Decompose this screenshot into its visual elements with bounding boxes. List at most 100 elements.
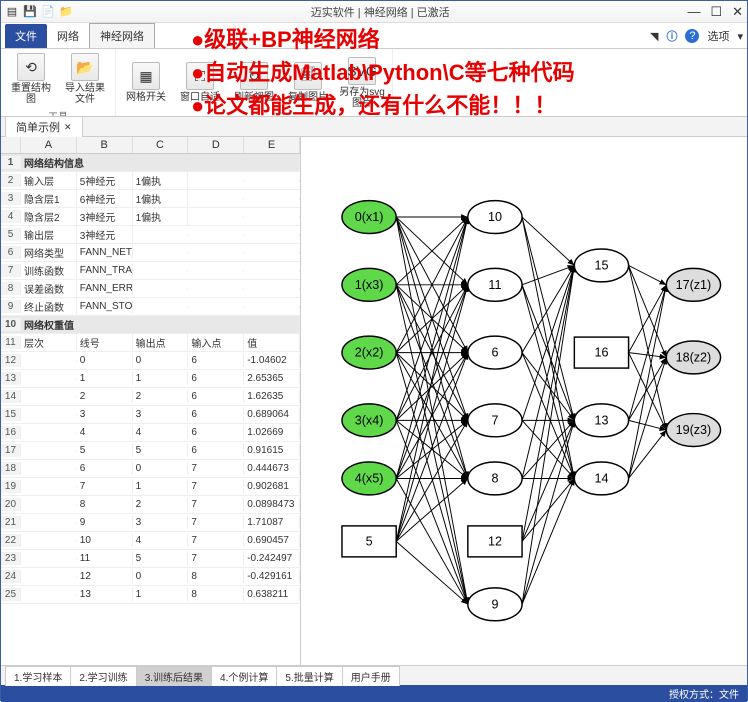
cell[interactable]: 2: [77, 390, 133, 403]
cell[interactable]: [188, 252, 244, 254]
cell[interactable]: 1.71087: [244, 516, 300, 529]
bottom-tab-2[interactable]: 3.训练后结果: [136, 666, 212, 686]
table-row[interactable]: 12006-1.04602: [1, 352, 300, 370]
table-row[interactable]: 2210470.690457: [1, 532, 300, 550]
cell[interactable]: 输出点: [133, 334, 189, 351]
cell[interactable]: 终止函数: [21, 298, 77, 315]
cell[interactable]: [244, 270, 300, 272]
cell[interactable]: 7: [188, 462, 244, 475]
ribbon-btn-1-3[interactable]: 🗐复制图片: [282, 51, 334, 114]
cell[interactable]: 10: [77, 534, 133, 547]
cell[interactable]: 3: [77, 408, 133, 421]
cell[interactable]: [21, 522, 77, 524]
cell[interactable]: [21, 414, 77, 416]
ribbon-btn-0-1[interactable]: 📂导入结果文件: [59, 51, 111, 107]
table-row[interactable]: 5输出层3神经元: [1, 226, 300, 244]
cell[interactable]: 1.02669: [244, 426, 300, 439]
cell[interactable]: 训练函数: [21, 262, 77, 279]
cell[interactable]: [21, 432, 77, 434]
cell[interactable]: 6: [188, 390, 244, 403]
bottom-tab-0[interactable]: 1.学习样本: [5, 666, 71, 686]
cell[interactable]: 3神经元: [77, 208, 133, 225]
cell[interactable]: 5神经元: [77, 172, 133, 189]
table-row[interactable]: 3隐含层16神经元1偏执: [1, 190, 300, 208]
cell[interactable]: 7: [77, 480, 133, 493]
table-row[interactable]: 11层次线号输出点输入点值: [1, 334, 300, 352]
cell[interactable]: [133, 288, 189, 290]
cell[interactable]: [21, 396, 77, 398]
cell[interactable]: 线号: [77, 334, 133, 351]
bottom-tab-4[interactable]: 5.批量计算: [276, 666, 342, 686]
cell[interactable]: [133, 306, 189, 308]
bottom-tab-5[interactable]: 用户手册: [342, 666, 400, 686]
cell[interactable]: -1.04602: [244, 354, 300, 367]
cell[interactable]: [133, 252, 189, 254]
cell[interactable]: 3神经元: [77, 226, 133, 243]
cell[interactable]: [244, 252, 300, 254]
table-row[interactable]: 8误差函数FANN_ERRORF...: [1, 280, 300, 298]
sheet-tab[interactable]: 简单示例 ✕: [5, 116, 83, 137]
cell[interactable]: 1偏执: [133, 208, 189, 225]
cell[interactable]: 7: [188, 480, 244, 493]
menu-network[interactable]: 网络: [47, 24, 89, 48]
table-row[interactable]: 153360.689064: [1, 406, 300, 424]
cell[interactable]: 0: [77, 354, 133, 367]
cell[interactable]: [21, 540, 77, 542]
cell[interactable]: 11: [77, 552, 133, 565]
ribbon-btn-0-0[interactable]: ⟲重置结构图: [5, 51, 57, 107]
cell[interactable]: [188, 216, 244, 218]
cell[interactable]: 4: [77, 426, 133, 439]
cell[interactable]: 0: [133, 462, 189, 475]
cell[interactable]: [188, 306, 244, 308]
cell[interactable]: 输入点: [188, 334, 244, 351]
cell[interactable]: 7: [188, 498, 244, 511]
cell[interactable]: [21, 486, 77, 488]
ribbon-btn-1-2[interactable]: ↻刷新视图: [228, 51, 280, 114]
cell[interactable]: 4: [133, 534, 189, 547]
cell[interactable]: 2.65365: [244, 372, 300, 385]
table-row[interactable]: 4隐含层23神经元1偏执: [1, 208, 300, 226]
table-row[interactable]: 9终止函数FANN_STOPFU...: [1, 298, 300, 316]
cell[interactable]: 12: [77, 570, 133, 583]
cell[interactable]: -0.429161: [244, 570, 300, 583]
network-diagram[interactable]: 0(x1)1(x3)2(x2)3(x4)4(x5)510116781291516…: [301, 137, 747, 665]
cell[interactable]: [133, 270, 189, 272]
cell[interactable]: 层次: [21, 334, 77, 351]
cell[interactable]: 0.902681: [244, 480, 300, 493]
options-button[interactable]: 选项: [707, 28, 729, 44]
cell[interactable]: 8: [188, 570, 244, 583]
ribbon-btn-1-4[interactable]: SVG另存为svg图片: [336, 51, 388, 114]
cell[interactable]: 隐含层1: [21, 190, 77, 207]
cell[interactable]: 0.91615: [244, 444, 300, 457]
cell[interactable]: 值: [244, 334, 300, 351]
cell[interactable]: 0: [133, 570, 189, 583]
col-header-d[interactable]: D: [188, 137, 244, 153]
cell[interactable]: [21, 504, 77, 506]
cell[interactable]: [21, 378, 77, 380]
cell[interactable]: [188, 270, 244, 272]
cell[interactable]: [21, 558, 77, 560]
cell[interactable]: 5: [133, 552, 189, 565]
cell[interactable]: 误差函数: [21, 280, 77, 297]
bottom-tab-3[interactable]: 4.个例计算: [211, 666, 277, 686]
cell[interactable]: 0.689064: [244, 408, 300, 421]
cell[interactable]: 6: [188, 426, 244, 439]
cell[interactable]: [244, 288, 300, 290]
cell[interactable]: 3: [133, 408, 189, 421]
cell[interactable]: 0.690457: [244, 534, 300, 547]
cell[interactable]: 5: [77, 444, 133, 457]
cell[interactable]: FANN_NETTYP...: [77, 246, 133, 259]
options-dropdown-icon[interactable]: ▾: [737, 30, 743, 43]
help-question-icon[interactable]: ?: [685, 29, 699, 43]
cell[interactable]: [188, 180, 244, 182]
help-chevron-icon[interactable]: ◥: [650, 30, 658, 43]
cell[interactable]: 0: [133, 354, 189, 367]
cell[interactable]: 输入层: [21, 172, 77, 189]
cell[interactable]: [244, 198, 300, 200]
cell[interactable]: 隐含层2: [21, 208, 77, 225]
table-row[interactable]: 2输入层5神经元1偏执: [1, 172, 300, 190]
cell[interactable]: 3: [133, 516, 189, 529]
col-header-e[interactable]: E: [244, 137, 300, 153]
cell[interactable]: [21, 594, 77, 596]
cell[interactable]: 6: [77, 462, 133, 475]
